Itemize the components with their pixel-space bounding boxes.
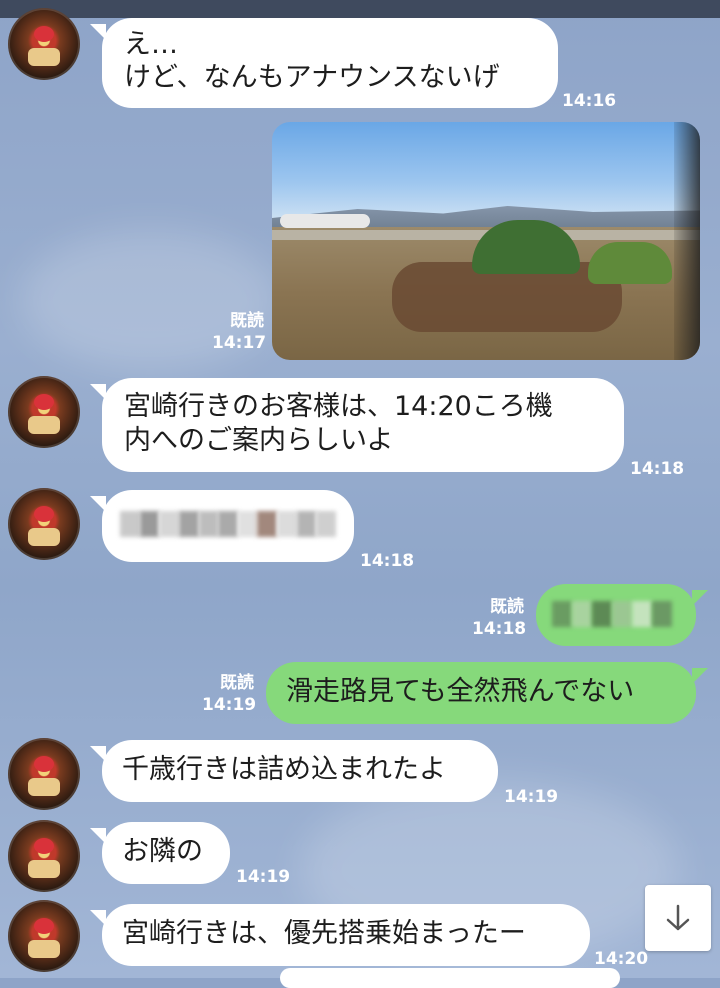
avatar[interactable] [8,738,80,810]
avatar[interactable] [8,488,80,560]
message-time: 14:18 [630,459,685,479]
message-time: 14:20 [594,949,649,969]
message-bubble-outgoing-redacted[interactable] [536,584,708,646]
read-label: 既読 [490,597,524,617]
read-receipt: 既読 14:17 [212,310,267,354]
avatar[interactable] [8,8,80,80]
message-bubble-incoming[interactable]: 宮崎行きのお客様は、14:20ころ機 内へのご案内らしいよ [90,378,624,472]
message-bubble-incoming[interactable]: 千歳行きは詰め込まれたよ [90,740,498,802]
message-time: 14:19 [236,867,291,887]
message-text: 宮崎行きは、優先搭乗始まったー [122,918,526,949]
read-label: 既読 [230,311,264,331]
message-bubble-incoming[interactable]: え… けど、なんもアナウンスないげ [90,18,558,108]
redacted-text [120,506,337,542]
message-time: 14:18 [360,551,415,571]
read-receipt: 既読 14:19 [202,672,257,716]
avatar[interactable] [8,820,80,892]
airplane [280,214,370,228]
message-bubble-incoming-redacted[interactable] [90,490,354,562]
message-text: お隣の [122,836,203,867]
message-time: 14:18 [472,619,527,639]
message-time: 14:17 [212,333,267,353]
redacted-text [552,596,680,632]
message-text: 宮崎行きのお客様は、14:20ころ機 内へのご案内らしいよ [124,391,553,456]
avatar[interactable] [8,376,80,448]
message-time: 14:19 [504,787,559,807]
avatar[interactable] [8,900,80,972]
read-label: 既読 [220,673,254,693]
status-bar [0,0,720,18]
message-bubble-incoming[interactable]: 宮崎行きは、優先搭乗始まったー [90,904,590,966]
message-time: 14:19 [202,695,257,715]
message-bubble-incoming[interactable]: お隣の [90,822,230,884]
message-bubble-outgoing[interactable]: 滑走路見ても全然飛んでない [266,662,708,724]
photo-message-airport-runway[interactable] [272,122,700,360]
scroll-to-bottom-button[interactable] [645,885,711,951]
message-input-edge [280,968,620,988]
message-text: 千歳行きは詰め込まれたよ [122,754,446,785]
message-text: 滑走路見ても全然飛んでない [286,676,635,707]
message-time: 14:16 [562,91,617,111]
read-receipt: 既読 14:18 [472,596,527,640]
message-text: え… けど、なんもアナウンスないげ [124,29,500,93]
arrow-down-icon [666,904,690,931]
